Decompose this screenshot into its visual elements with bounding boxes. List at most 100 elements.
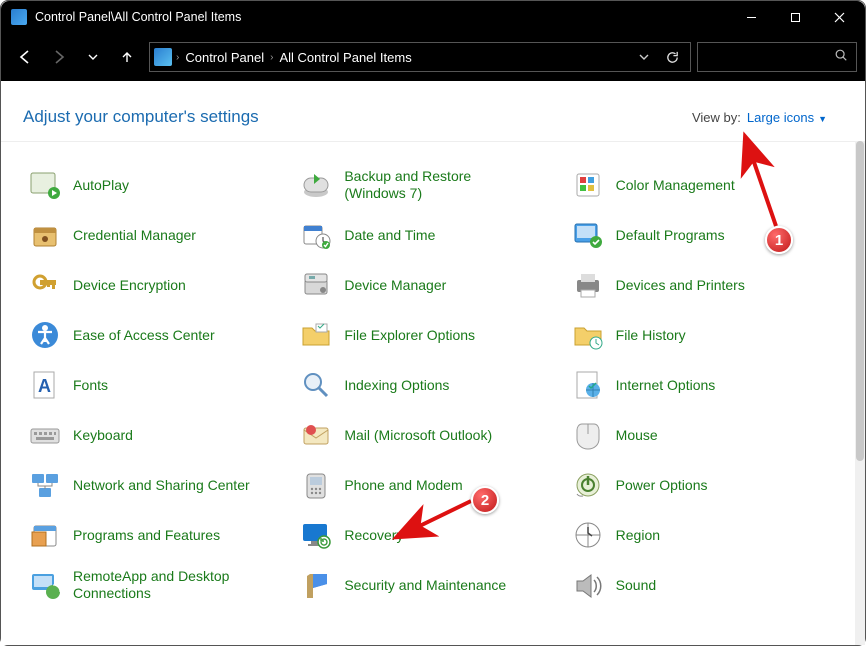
printers-icon — [568, 265, 608, 305]
devmgr-icon — [296, 265, 336, 305]
cpl-item-autoplay[interactable]: AutoPlay — [21, 162, 292, 208]
credential-icon — [25, 215, 65, 255]
sound-icon — [568, 565, 608, 605]
breadcrumb-root[interactable]: Control Panel — [179, 50, 270, 65]
cpl-item-mouse[interactable]: Mouse — [564, 412, 835, 458]
minimize-button[interactable] — [729, 1, 773, 33]
cpl-item-label: Security and Maintenance — [344, 577, 506, 594]
viewby-value-text: Large icons — [747, 110, 814, 125]
cpl-item-sound[interactable]: Sound — [564, 562, 835, 608]
titlebar: Control Panel\All Control Panel Items — [1, 1, 865, 33]
cpl-item-folder[interactable]: File Explorer Options — [292, 312, 563, 358]
breadcrumb-current[interactable]: All Control Panel Items — [273, 50, 417, 65]
maximize-button[interactable] — [773, 1, 817, 33]
encryption-icon — [25, 265, 65, 305]
remote-icon — [25, 565, 65, 605]
cpl-item-label: Region — [616, 527, 660, 544]
close-button[interactable] — [817, 1, 861, 33]
address-icon — [154, 48, 172, 66]
cpl-item-keyboard[interactable]: Keyboard — [21, 412, 292, 458]
cpl-item-label: Credential Manager — [73, 227, 196, 244]
cpl-item-label: AutoPlay — [73, 177, 129, 194]
cpl-item-phone[interactable]: Phone and Modem — [292, 462, 563, 508]
cpl-item-credential[interactable]: Credential Manager — [21, 212, 292, 258]
cpl-item-label: Phone and Modem — [344, 477, 462, 494]
power-icon — [568, 465, 608, 505]
ease-icon — [25, 315, 65, 355]
cpl-item-label: Mouse — [616, 427, 658, 444]
autoplay-icon — [25, 165, 65, 205]
cpl-item-ease[interactable]: Ease of Access Center — [21, 312, 292, 358]
cpl-item-color[interactable]: Color Management — [564, 162, 835, 208]
color-icon — [568, 165, 608, 205]
viewby-dropdown[interactable]: Large icons ▼ — [747, 110, 827, 125]
cpl-item-remote[interactable]: RemoteApp and Desktop Connections — [21, 562, 292, 608]
keyboard-icon — [25, 415, 65, 455]
viewby-label: View by: — [692, 110, 741, 125]
cpl-item-datetime[interactable]: Date and Time — [292, 212, 563, 258]
recovery-icon — [296, 515, 336, 555]
filehist-icon — [568, 315, 608, 355]
fonts-icon: A — [25, 365, 65, 405]
window-title: Control Panel\All Control Panel Items — [35, 10, 729, 24]
cpl-item-label: Backup and Restore (Windows 7) — [344, 168, 524, 202]
cpl-item-security[interactable]: Security and Maintenance — [292, 562, 563, 608]
page-title: Adjust your computer's settings — [23, 107, 692, 127]
address-history-dropdown[interactable] — [630, 43, 658, 71]
cpl-item-indexing[interactable]: Indexing Options — [292, 362, 563, 408]
cpl-item-printers[interactable]: Devices and Printers — [564, 262, 835, 308]
cpl-item-label: Default Programs — [616, 227, 725, 244]
nav-toolbar: › Control Panel › All Control Panel Item… — [1, 33, 865, 81]
phone-icon — [296, 465, 336, 505]
items-grid: AutoPlay Backup and Restore (Windows 7) Co… — [1, 142, 855, 608]
mail-icon — [296, 415, 336, 455]
cpl-item-label: Devices and Printers — [616, 277, 745, 294]
chevron-down-icon: ▼ — [818, 114, 827, 124]
cpl-item-encryption[interactable]: Device Encryption — [21, 262, 292, 308]
address-bar[interactable]: › Control Panel › All Control Panel Item… — [149, 42, 691, 72]
cpl-item-defaults[interactable]: Default Programs — [564, 212, 835, 258]
cpl-item-label: Recovery — [344, 527, 403, 544]
refresh-button[interactable] — [658, 43, 686, 71]
control-panel-icon — [11, 9, 27, 25]
cpl-item-label: Device Encryption — [73, 277, 186, 294]
cpl-item-label: Device Manager — [344, 277, 446, 294]
content-area: Adjust your computer's settings View by:… — [1, 81, 865, 645]
mouse-icon — [568, 415, 608, 455]
cpl-item-mail[interactable]: Mail (Microsoft Outlook) — [292, 412, 563, 458]
folder-icon — [296, 315, 336, 355]
cpl-item-filehist[interactable]: File History — [564, 312, 835, 358]
backup-icon — [296, 165, 336, 205]
region-icon — [568, 515, 608, 555]
cpl-item-power[interactable]: Power Options — [564, 462, 835, 508]
search-box[interactable] — [697, 42, 857, 72]
cpl-item-devmgr[interactable]: Device Manager — [292, 262, 563, 308]
cpl-item-recovery[interactable]: Recovery — [292, 512, 563, 558]
cpl-item-label: Sound — [616, 577, 656, 594]
programs-icon — [25, 515, 65, 555]
up-button[interactable] — [111, 41, 143, 73]
cpl-item-network[interactable]: Network and Sharing Center — [21, 462, 292, 508]
cpl-item-label: Network and Sharing Center — [73, 477, 250, 494]
defaults-icon — [568, 215, 608, 255]
cpl-item-label: Fonts — [73, 377, 108, 394]
cpl-item-label: Keyboard — [73, 427, 133, 444]
forward-button[interactable] — [43, 41, 75, 73]
cpl-item-label: Ease of Access Center — [73, 327, 215, 344]
cpl-item-label: Programs and Features — [73, 527, 220, 544]
cpl-item-label: RemoteApp and Desktop Connections — [73, 568, 253, 602]
cpl-item-fonts[interactable]: A Fonts — [21, 362, 292, 408]
network-icon — [25, 465, 65, 505]
recent-dropdown-button[interactable] — [77, 41, 109, 73]
cpl-item-inet[interactable]: Internet Options — [564, 362, 835, 408]
cpl-item-label: Power Options — [616, 477, 708, 494]
cpl-item-label: File Explorer Options — [344, 327, 475, 344]
back-button[interactable] — [9, 41, 41, 73]
scrollbar[interactable] — [855, 141, 865, 645]
cpl-item-backup[interactable]: Backup and Restore (Windows 7) — [292, 162, 563, 208]
security-icon — [296, 565, 336, 605]
cpl-item-programs[interactable]: Programs and Features — [21, 512, 292, 558]
cpl-item-label: Color Management — [616, 177, 735, 194]
cpl-item-region[interactable]: Region — [564, 512, 835, 558]
scrollbar-thumb[interactable] — [856, 141, 864, 461]
